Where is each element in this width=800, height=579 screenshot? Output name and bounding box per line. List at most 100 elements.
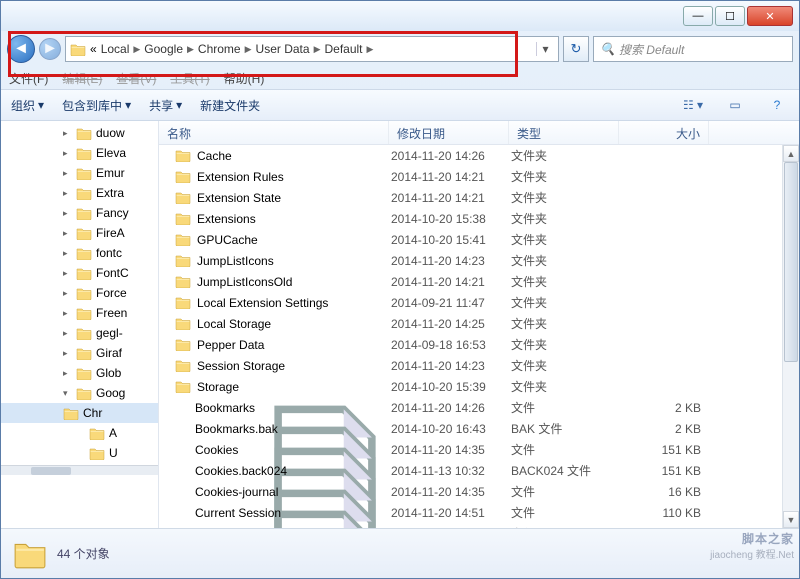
tree-item[interactable]: ▸Giraf	[1, 343, 158, 363]
file-row[interactable]: Cookies-journal2014-11-20 14:35文件16 KB	[159, 481, 799, 502]
address-dropdown[interactable]: ▾	[536, 42, 554, 56]
expand-icon[interactable]: ▸	[63, 148, 72, 159]
expand-icon[interactable]: ▸	[63, 328, 72, 339]
breadcrumb-item[interactable]: Default	[324, 42, 362, 56]
file-row[interactable]: Cookies.back0242014-11-13 10:32BACK024 文…	[159, 460, 799, 481]
new-folder-button[interactable]: 新建文件夹	[200, 97, 260, 114]
file-date: 2014-11-20 14:21	[391, 275, 511, 289]
menu-help[interactable]: 帮助(H)	[224, 70, 265, 87]
tree-item[interactable]: ▸gegl-	[1, 323, 158, 343]
expand-icon[interactable]: ▸	[63, 368, 72, 379]
tree-item[interactable]: ▸Eleva	[1, 143, 158, 163]
tree-item[interactable]: ▸Extra	[1, 183, 158, 203]
file-type: BACK024 文件	[511, 462, 621, 479]
search-input[interactable]: 🔍 搜索 Default	[593, 36, 793, 62]
expand-icon[interactable]: ▸	[63, 248, 72, 259]
column-name[interactable]: 名称	[159, 121, 389, 144]
tree-item[interactable]: ▸Glob	[1, 363, 158, 383]
folder-icon	[175, 275, 191, 288]
breadcrumb-item[interactable]: Google	[144, 42, 183, 56]
menu-edit[interactable]: 编辑(E)	[62, 70, 102, 87]
tree-item[interactable]: A	[1, 423, 158, 443]
file-row[interactable]: Bookmarks.bak2014-10-20 16:43BAK 文件2 KB	[159, 418, 799, 439]
expand-icon[interactable]: ▸	[63, 288, 72, 299]
expand-icon[interactable]: ▸	[63, 128, 72, 139]
chevron-right-icon[interactable]: ▶	[367, 44, 374, 55]
help-button[interactable]: ?	[765, 94, 789, 116]
scroll-up-button[interactable]: ▲	[783, 145, 799, 162]
file-row[interactable]: Pepper Data2014-09-18 16:53文件夹	[159, 334, 799, 355]
file-name: Cookies.back024	[195, 464, 287, 478]
tree-item[interactable]: U	[1, 443, 158, 463]
file-row[interactable]: JumpListIcons2014-11-20 14:23文件夹	[159, 250, 799, 271]
organize-menu[interactable]: 组织 ▾	[11, 97, 44, 114]
column-size[interactable]: 大小	[619, 121, 709, 144]
tree-item[interactable]: ▾Goog	[1, 383, 158, 403]
file-row[interactable]: Extension Rules2014-11-20 14:21文件夹	[159, 166, 799, 187]
expand-icon[interactable]: ▸	[63, 168, 72, 179]
tree-item[interactable]: ▸Fancy	[1, 203, 158, 223]
expand-icon[interactable]: ▾	[63, 388, 72, 399]
breadcrumb-overflow[interactable]: «	[90, 42, 97, 56]
sidebar-horizontal-scrollbar[interactable]	[1, 465, 158, 475]
navigation-tree: ▸ duow ▸Eleva▸Emur▸Extra▸Fancy▸FireA▸fontc…	[1, 121, 159, 528]
folder-icon	[76, 267, 92, 280]
file-row[interactable]: Local Extension Settings2014-09-21 11:47…	[159, 292, 799, 313]
folder-icon	[76, 187, 92, 200]
file-row[interactable]: Extensions2014-10-20 15:38文件夹	[159, 208, 799, 229]
expand-icon[interactable]: ▸	[63, 228, 72, 239]
file-row[interactable]: Extension State2014-11-20 14:21文件夹	[159, 187, 799, 208]
folder-icon	[76, 207, 92, 220]
tree-item[interactable]: ▸Emur	[1, 163, 158, 183]
scroll-thumb[interactable]	[784, 162, 798, 362]
vertical-scrollbar[interactable]: ▲ ▼	[782, 145, 799, 528]
chevron-right-icon[interactable]: ▶	[187, 44, 194, 55]
preview-pane-button[interactable]: ▭	[723, 94, 747, 116]
share-menu[interactable]: 共享 ▾	[149, 97, 182, 114]
tree-item[interactable]: Chr	[1, 403, 158, 423]
file-row[interactable]: Local Storage2014-11-20 14:25文件夹	[159, 313, 799, 334]
chevron-right-icon[interactable]: ▶	[133, 44, 140, 55]
scroll-down-button[interactable]: ▼	[783, 511, 799, 528]
refresh-button[interactable]: ↻	[563, 36, 589, 62]
tree-label: duow	[96, 126, 125, 140]
file-row[interactable]: Current Session2014-11-20 14:51文件110 KB	[159, 502, 799, 523]
breadcrumb-item[interactable]: Chrome	[198, 42, 241, 56]
breadcrumb-item[interactable]: User Data	[256, 42, 310, 56]
tree-item[interactable]: ▸FontC	[1, 263, 158, 283]
file-row[interactable]: Cache2014-11-20 14:26文件夹	[159, 145, 799, 166]
chevron-right-icon[interactable]: ▶	[245, 44, 252, 55]
close-button[interactable]: ✕	[747, 6, 793, 26]
column-type[interactable]: 类型	[509, 121, 619, 144]
view-mode-button[interactable]: ☷ ▾	[681, 94, 705, 116]
tree-item[interactable]: ▸Freen	[1, 303, 158, 323]
tree-item[interactable]: ▸Force	[1, 283, 158, 303]
expand-icon[interactable]: ▸	[63, 208, 72, 219]
nav-forward-button[interactable]: ►	[39, 38, 61, 60]
include-library-menu[interactable]: 包含到库中 ▾	[62, 97, 131, 114]
file-date: 2014-11-20 14:23	[391, 359, 511, 373]
tree-item[interactable]: ▸FireA	[1, 223, 158, 243]
maximize-button[interactable]: ☐	[715, 6, 745, 26]
menu-view[interactable]: 查看(V)	[116, 70, 156, 87]
expand-icon[interactable]: ▸	[63, 308, 72, 319]
file-row[interactable]: Session Storage2014-11-20 14:23文件夹	[159, 355, 799, 376]
file-row[interactable]: JumpListIconsOld2014-11-20 14:21文件夹	[159, 271, 799, 292]
menu-tools[interactable]: 工具(T)	[170, 70, 209, 87]
minimize-button[interactable]: —	[683, 6, 713, 26]
address-bar[interactable]: « Local▶ Google▶ Chrome▶ User Data▶ Defa…	[65, 36, 559, 62]
chevron-right-icon[interactable]: ▶	[314, 44, 321, 55]
tree-item[interactable]: ▸ duow	[1, 123, 158, 143]
file-row[interactable]: Cookies2014-11-20 14:35文件151 KB	[159, 439, 799, 460]
breadcrumb-item[interactable]: Local	[101, 42, 130, 56]
file-row[interactable]: GPUCache2014-10-20 15:41文件夹	[159, 229, 799, 250]
menu-file[interactable]: 文件(F)	[9, 70, 48, 87]
file-row[interactable]: Bookmarks2014-11-20 14:26文件2 KB	[159, 397, 799, 418]
expand-icon[interactable]: ▸	[63, 188, 72, 199]
tree-item[interactable]: ▸fontc	[1, 243, 158, 263]
column-date[interactable]: 修改日期	[389, 121, 509, 144]
nav-back-button[interactable]: ◄	[7, 35, 35, 63]
expand-icon[interactable]: ▸	[63, 268, 72, 279]
expand-icon[interactable]: ▸	[63, 348, 72, 359]
file-row[interactable]: Storage2014-10-20 15:39文件夹	[159, 376, 799, 397]
